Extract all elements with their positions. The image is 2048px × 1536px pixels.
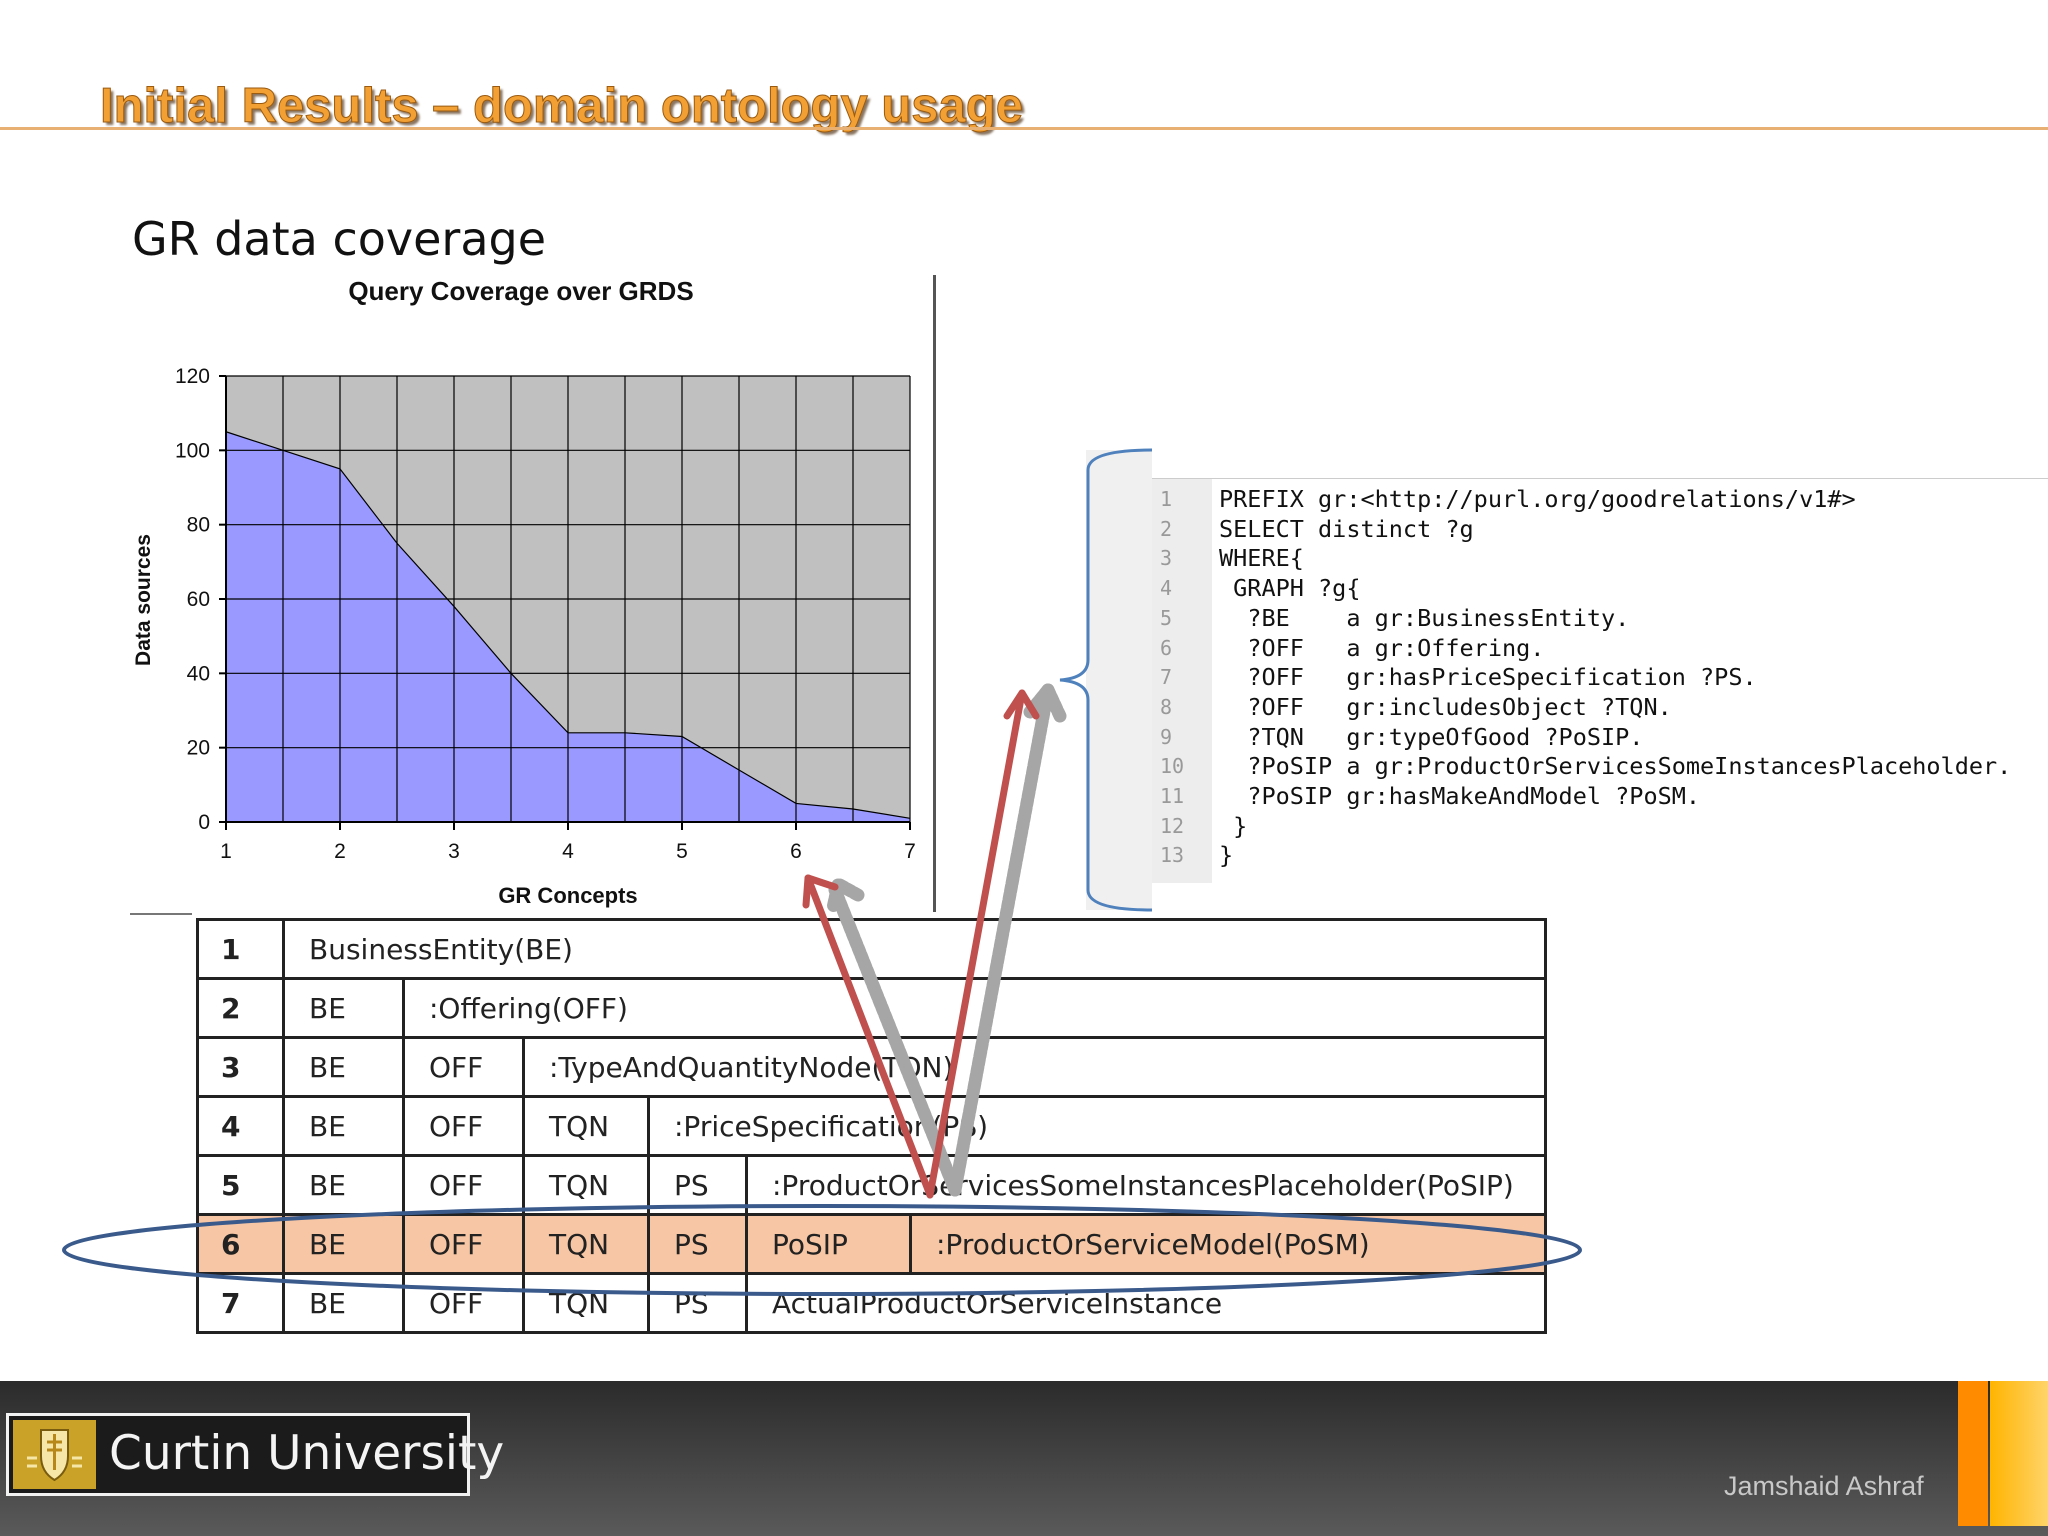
code-line: PREFIX gr:<http://purl.org/goodrelations… — [1219, 485, 1856, 513]
table-cell: BE — [282, 1095, 405, 1157]
table-cell: :PriceSpecification(PS) — [646, 1095, 1548, 1157]
table-cell: TQN — [522, 1095, 650, 1157]
logo-text: Curtin University — [109, 1426, 505, 1481]
line-number: 7 — [1160, 665, 1173, 690]
table-cell: BusinessEntity(BE) — [281, 918, 1548, 980]
table-cell: :TypeAndQuantityNode(TQN) — [521, 1036, 1548, 1098]
code-line: ?OFF gr:hasPriceSpecification ?PS. — [1219, 663, 1757, 692]
table-cell: TQN — [522, 1154, 650, 1216]
table-cell: PS — [647, 1213, 748, 1275]
table-cell: OFF — [402, 1095, 525, 1157]
gr-concepts-table: 1 BusinessEntity(BE) 2 BE:Offering(OFF) 3 BE O… — [196, 918, 1548, 1334]
title-rule — [0, 127, 2048, 130]
x-tick-label: 3 — [448, 840, 460, 863]
table-cell: :ProductOrServicesSomeInstancesPlacehold… — [744, 1154, 1548, 1216]
y-tick-label: 60 — [187, 588, 210, 611]
line-number: 3 — [1160, 546, 1173, 571]
table-cell: :Offering(OFF) — [401, 977, 1548, 1039]
y-tick-label: 100 — [175, 439, 210, 462]
table-row: 2 BE:Offering(OFF) — [196, 977, 1548, 1039]
table-cell: ActualProductOrServiceInstance — [744, 1272, 1548, 1334]
table-cell: BE — [282, 1272, 405, 1334]
code-line: SELECT distinct ?g — [1219, 514, 1474, 543]
code-line: GRAPH ?g{ — [1219, 574, 1361, 603]
table-row: 7 BE OFF TQN PS ActualProductOrServiceInstanc… — [196, 1272, 1548, 1334]
brace-background — [1086, 450, 1152, 910]
university-logo: Curtin University — [6, 1413, 504, 1496]
chart-y-axis-label: Data sources — [132, 534, 155, 666]
row-number-cell: 6 — [196, 1213, 285, 1275]
footer-accent-stripe-light — [1990, 1381, 2048, 1526]
code-line: ?PoSIP gr:hasMakeAndModel ?PoSM. — [1219, 782, 1701, 810]
line-number: 10 — [1160, 754, 1185, 779]
x-tick-label: 6 — [790, 840, 802, 863]
table-row: 1 BusinessEntity(BE) — [196, 918, 1548, 980]
line-number: 5 — [1160, 605, 1173, 630]
code-line: ?BE a gr:BusinessEntity. — [1219, 603, 1630, 632]
table-row: 4 BE OFF TQN:PriceSpecification(PS) — [196, 1095, 1548, 1157]
line-number: 1 — [1160, 487, 1173, 511]
y-tick-label: 20 — [187, 737, 210, 760]
table-cell: TQN — [522, 1213, 650, 1275]
code-line: ?PoSIP a gr:ProductOrServicesSomeInstanc… — [1219, 752, 2012, 781]
y-tick-label: 0 — [198, 811, 210, 834]
table-cell: BE — [282, 1213, 405, 1275]
x-tick-label: 5 — [676, 840, 688, 863]
x-tick-label: 1 — [220, 840, 232, 863]
code-line: } — [1219, 811, 1248, 840]
line-number: 11 — [1160, 784, 1185, 808]
sparql-code-panel: 1 2 3 4 5 6 7 8 9 10 11 12 13 PREFIX gr:<http://purl… — [1152, 478, 2048, 883]
table-cell: BE — [282, 1154, 405, 1216]
vertical-divider — [933, 275, 936, 912]
line-number: 13 — [1160, 843, 1185, 868]
line-number: 12 — [1160, 813, 1185, 838]
y-tick-label: 80 — [187, 514, 210, 537]
author-name: Jamshaid Ashraf — [1724, 1471, 1924, 1501]
horizontal-divider — [130, 913, 192, 915]
table-cell: BE — [282, 977, 405, 1039]
code-line: WHERE{ — [1219, 544, 1304, 573]
chart-x-axis-label: GR Concepts — [498, 883, 637, 908]
row-number-cell: 3 — [196, 1036, 285, 1098]
slide-title: Initial Results – domain ontology usage — [100, 79, 1024, 134]
x-tick-label: 7 — [904, 840, 916, 863]
table-cell: OFF — [402, 1154, 525, 1216]
x-tick-label: 2 — [334, 840, 346, 863]
footer-accent-stripe — [1958, 1381, 1988, 1526]
table-cell: TQN — [522, 1272, 650, 1334]
table-row: 6 BE OFF TQN PS PoSIP:ProductOrServiceModel(P… — [196, 1213, 1548, 1275]
table-cell: PS — [647, 1154, 748, 1216]
crest-icon — [13, 1420, 96, 1489]
table-cell: OFF — [402, 1213, 525, 1275]
row-number-cell: 1 — [196, 918, 285, 980]
code-line: } — [1219, 841, 1234, 870]
code-line: ?OFF gr:includesObject ?TQN. — [1219, 692, 1672, 721]
line-number: 8 — [1160, 694, 1173, 719]
table-cell: PoSIP — [745, 1213, 912, 1275]
y-tick-label: 120 — [175, 365, 210, 388]
table-cell: OFF — [402, 1272, 525, 1334]
y-tick-label: 40 — [187, 662, 210, 685]
row-number-cell: 5 — [196, 1154, 285, 1216]
table-cell: BE — [282, 1036, 405, 1098]
line-number-gutter: 1 2 3 4 5 6 7 8 9 10 11 12 13 — [1152, 479, 1212, 883]
table-row: 3 BE OFF:TypeAndQuantityNode(TQN) — [196, 1036, 1548, 1098]
table-row: 5 BE OFF TQN PS:ProductOrServicesSomeInstanc… — [196, 1154, 1548, 1216]
line-number: 6 — [1160, 635, 1173, 660]
line-number: 9 — [1160, 724, 1173, 749]
line-number: 4 — [1160, 576, 1173, 601]
row-number-cell: 2 — [196, 977, 285, 1039]
table-cell: :ProductOrServiceModel(PoSM) — [908, 1213, 1548, 1275]
row-number-cell: 7 — [196, 1272, 285, 1334]
code-line: ?TQN gr:typeOfGood ?PoSIP. — [1219, 722, 1644, 751]
table-cell: OFF — [402, 1036, 525, 1098]
chart-title: Query Coverage over GRDS — [348, 276, 693, 306]
x-tick-label: 4 — [562, 840, 574, 863]
slide-subtitle: GR data coverage — [132, 212, 547, 266]
coverage-chart: 0 20 40 60 80 100 120 1 2 3 4 5 6 7 Query Coverage ov… — [132, 276, 916, 908]
code-line: ?OFF a gr:Offering. — [1219, 633, 1545, 662]
row-number-cell: 4 — [196, 1095, 285, 1157]
table-cell: PS — [647, 1272, 748, 1334]
line-number: 2 — [1160, 516, 1173, 541]
